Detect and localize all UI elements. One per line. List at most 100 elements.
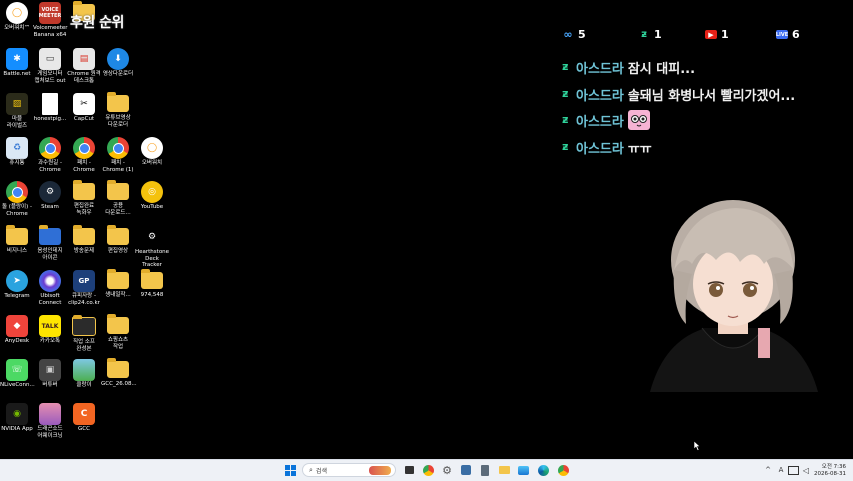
- steam-shortcut[interactable]: ⚙ Steam: [33, 181, 67, 211]
- battlenet-shortcut[interactable]: ✱ Battle.net: [0, 48, 34, 78]
- folder-gcc[interactable]: GCC_26.08...: [101, 358, 137, 388]
- task-view-button[interactable]: [402, 463, 416, 477]
- folder-974548[interactable]: 974,548: [135, 269, 169, 299]
- folder-public-download[interactable]: 공용 다운로드...: [101, 180, 135, 216]
- gcc-shortcut[interactable]: C GCC: [67, 403, 101, 433]
- chzzk-badge-icon: ƶ: [562, 113, 569, 126]
- vtuber-avatar: [650, 200, 818, 392]
- settings-icon: ⚙: [442, 463, 452, 477]
- network-icon: [787, 465, 799, 475]
- honestpig-file[interactable]: honestpig...: [33, 93, 67, 123]
- anydesk-shortcut[interactable]: ◆ AnyDesk: [0, 315, 34, 345]
- stat-chzzk: ƶ 1: [638, 28, 662, 41]
- tray-network[interactable]: [786, 463, 800, 477]
- dragonsword-shortcut[interactable]: 드래곤소드 어웨이크닝: [33, 403, 67, 439]
- chzzk-icon: ƶ: [641, 29, 647, 40]
- folder-voice-icon[interactable]: 음성인데지 아이콘: [33, 225, 67, 261]
- chat-username: 아스드라: [576, 114, 624, 130]
- viewer-stats: ∞ 5 ƶ 1 ▶ 1 LIVE 6: [562, 28, 802, 42]
- ubisoft-icon: [39, 270, 61, 292]
- nvidia-icon: ◉: [6, 403, 28, 425]
- tray-overflow[interactable]: ^: [761, 463, 775, 477]
- folder-broadcast[interactable]: 방송문제: [67, 225, 101, 255]
- taskbar-search[interactable]: ⌕ 검색: [302, 463, 396, 477]
- chat-message: ƶ 아스드라 ㅠㅠ: [562, 139, 652, 157]
- marvel-rivals-shortcut[interactable]: ▨ 마블 라이벌즈: [0, 93, 34, 129]
- downloader-icon: ⬇: [107, 48, 129, 70]
- chrome-remote-shortcut[interactable]: ▤ Chrome 원격 데스크톱: [67, 48, 101, 84]
- chrome-remote-icon: ▤: [73, 48, 95, 70]
- capcut-shortcut[interactable]: ✂ CapCut: [67, 93, 101, 123]
- chat-username: 아스드라: [576, 88, 624, 104]
- folder-youtube-downloader[interactable]: 유튜브영상 다운로더: [101, 92, 135, 128]
- chat-message: ƶ 아스드라 잠시 대피...: [562, 59, 695, 77]
- chevron-up-icon: ^: [765, 466, 771, 474]
- folder-icon: [107, 269, 129, 289]
- clangi-image[interactable]: 클랑이: [67, 359, 101, 389]
- folder-icon: [107, 314, 129, 334]
- chrome-icon: [107, 137, 129, 159]
- telegram-shortcut[interactable]: ➤ Telegram: [0, 270, 34, 300]
- chrome-patch-shortcut[interactable]: 패치 - Chrome: [67, 137, 101, 173]
- folder-tomorrow[interactable]: 생내일작...: [101, 269, 135, 299]
- vtuber-shortcut[interactable]: ▣ 버튜버: [33, 359, 67, 389]
- stat-live: LIVE 6: [775, 28, 800, 41]
- nlive-icon: ☏: [6, 359, 28, 381]
- kakaotalk-shortcut[interactable]: TALK 카카오톡: [33, 315, 67, 345]
- hearthstone-tracker-shortcut[interactable]: ⚙ Hearthstone Deck Tracker: [135, 226, 169, 269]
- chat-text: ㅠㅠ: [627, 141, 652, 157]
- recycle-bin-icon: ♻: [6, 137, 28, 159]
- taskbar-app[interactable]: [459, 463, 473, 477]
- live-icon: LIVE: [775, 30, 789, 39]
- chzzk-badge-icon: ƶ: [562, 140, 569, 153]
- taskbar-photos[interactable]: [516, 463, 530, 477]
- taskbar-calculator[interactable]: [478, 463, 492, 477]
- overwatch-icon: ◯: [141, 137, 163, 159]
- video-downloader-shortcut[interactable]: ⬇ 영상다운로더: [101, 48, 135, 78]
- folder-edit-done[interactable]: 편집완료 녹화우: [67, 180, 101, 216]
- tray-volume[interactable]: ◁: [799, 463, 813, 477]
- folder-edited-video[interactable]: 편집영상: [101, 225, 135, 255]
- chrome-orchard-shortcut[interactable]: 과수원길 - Chrome: [33, 137, 67, 173]
- ubisoft-shortcut[interactable]: Ubisoft Connect: [33, 270, 67, 306]
- nliveconn-shortcut[interactable]: ☏ NLiveConn...: [0, 359, 35, 389]
- overwatch-shortcut[interactable]: ◯ 오버워치™: [0, 2, 34, 32]
- chzzk-badge-icon: ƶ: [562, 87, 569, 100]
- folder-icon: [107, 92, 129, 112]
- search-input[interactable]: 검색: [316, 466, 327, 475]
- chrome-alt-icon: [557, 464, 569, 476]
- chrome-icon: [422, 464, 434, 476]
- youtube-desktop-icon: ◎: [141, 181, 163, 203]
- recycle-bin-shortcut[interactable]: ♻ 휴지통: [0, 137, 34, 167]
- folder-icon: [107, 180, 129, 200]
- taskbar-explorer[interactable]: [497, 463, 511, 477]
- taskbar-time[interactable]: 오전 7:36: [812, 462, 846, 470]
- marvel-rivals-icon: ▨: [6, 93, 28, 115]
- explorer-icon: [498, 466, 510, 474]
- gpu-clip-shortcut[interactable]: GP 큐피자랑 - clip24.co.kr: [67, 270, 101, 306]
- folder-business[interactable]: 비지니스: [0, 225, 34, 255]
- chrome-dol-shortcut[interactable]: 돌 (플랑이) - Chrome: [0, 181, 34, 217]
- nvidia-app-shortcut[interactable]: ◉ NVIDIA App: [0, 403, 34, 433]
- folder-shopping-shorts[interactable]: 쇼핑쇼츠 작업: [101, 314, 135, 350]
- taskbar-chrome[interactable]: [421, 463, 435, 477]
- chrome-patch1-shortcut[interactable]: 패치 - Chrome (1): [101, 137, 135, 173]
- battlenet-icon: ✱: [6, 48, 28, 70]
- folder-icon: [107, 358, 129, 378]
- donation-rank-title: 후원 순위: [70, 15, 124, 31]
- start-button[interactable]: [283, 463, 297, 477]
- taskbar-settings[interactable]: ⚙: [440, 463, 454, 477]
- photos-icon: [517, 465, 529, 475]
- taskbar-date[interactable]: 2026-08-31: [812, 471, 846, 477]
- voicemeeter-shortcut[interactable]: VOICE MEETER Voicemeeter Banana x64: [33, 2, 68, 38]
- youtube-shortcut[interactable]: ◎ YouTube: [135, 181, 169, 211]
- overwatch-shortcut-2[interactable]: ◯ 오버워치: [135, 137, 169, 167]
- taskbar-chrome-2[interactable]: [556, 463, 570, 477]
- folder-job-shorts[interactable]: 직업 소프 완성본: [67, 315, 101, 352]
- search-icon: ⌕: [309, 465, 313, 474]
- stat-infinity: ∞ 5: [563, 28, 586, 41]
- stat-youtube: ▶ 1: [705, 28, 729, 41]
- taskbar-edge[interactable]: [536, 463, 550, 477]
- chat-message: ƶ 아스드라 솔돼님 화병나서 빨리가겠어...: [562, 86, 795, 104]
- game-monitor-shortcut[interactable]: ▭ 게임모니터 캡처보드 out: [33, 48, 67, 84]
